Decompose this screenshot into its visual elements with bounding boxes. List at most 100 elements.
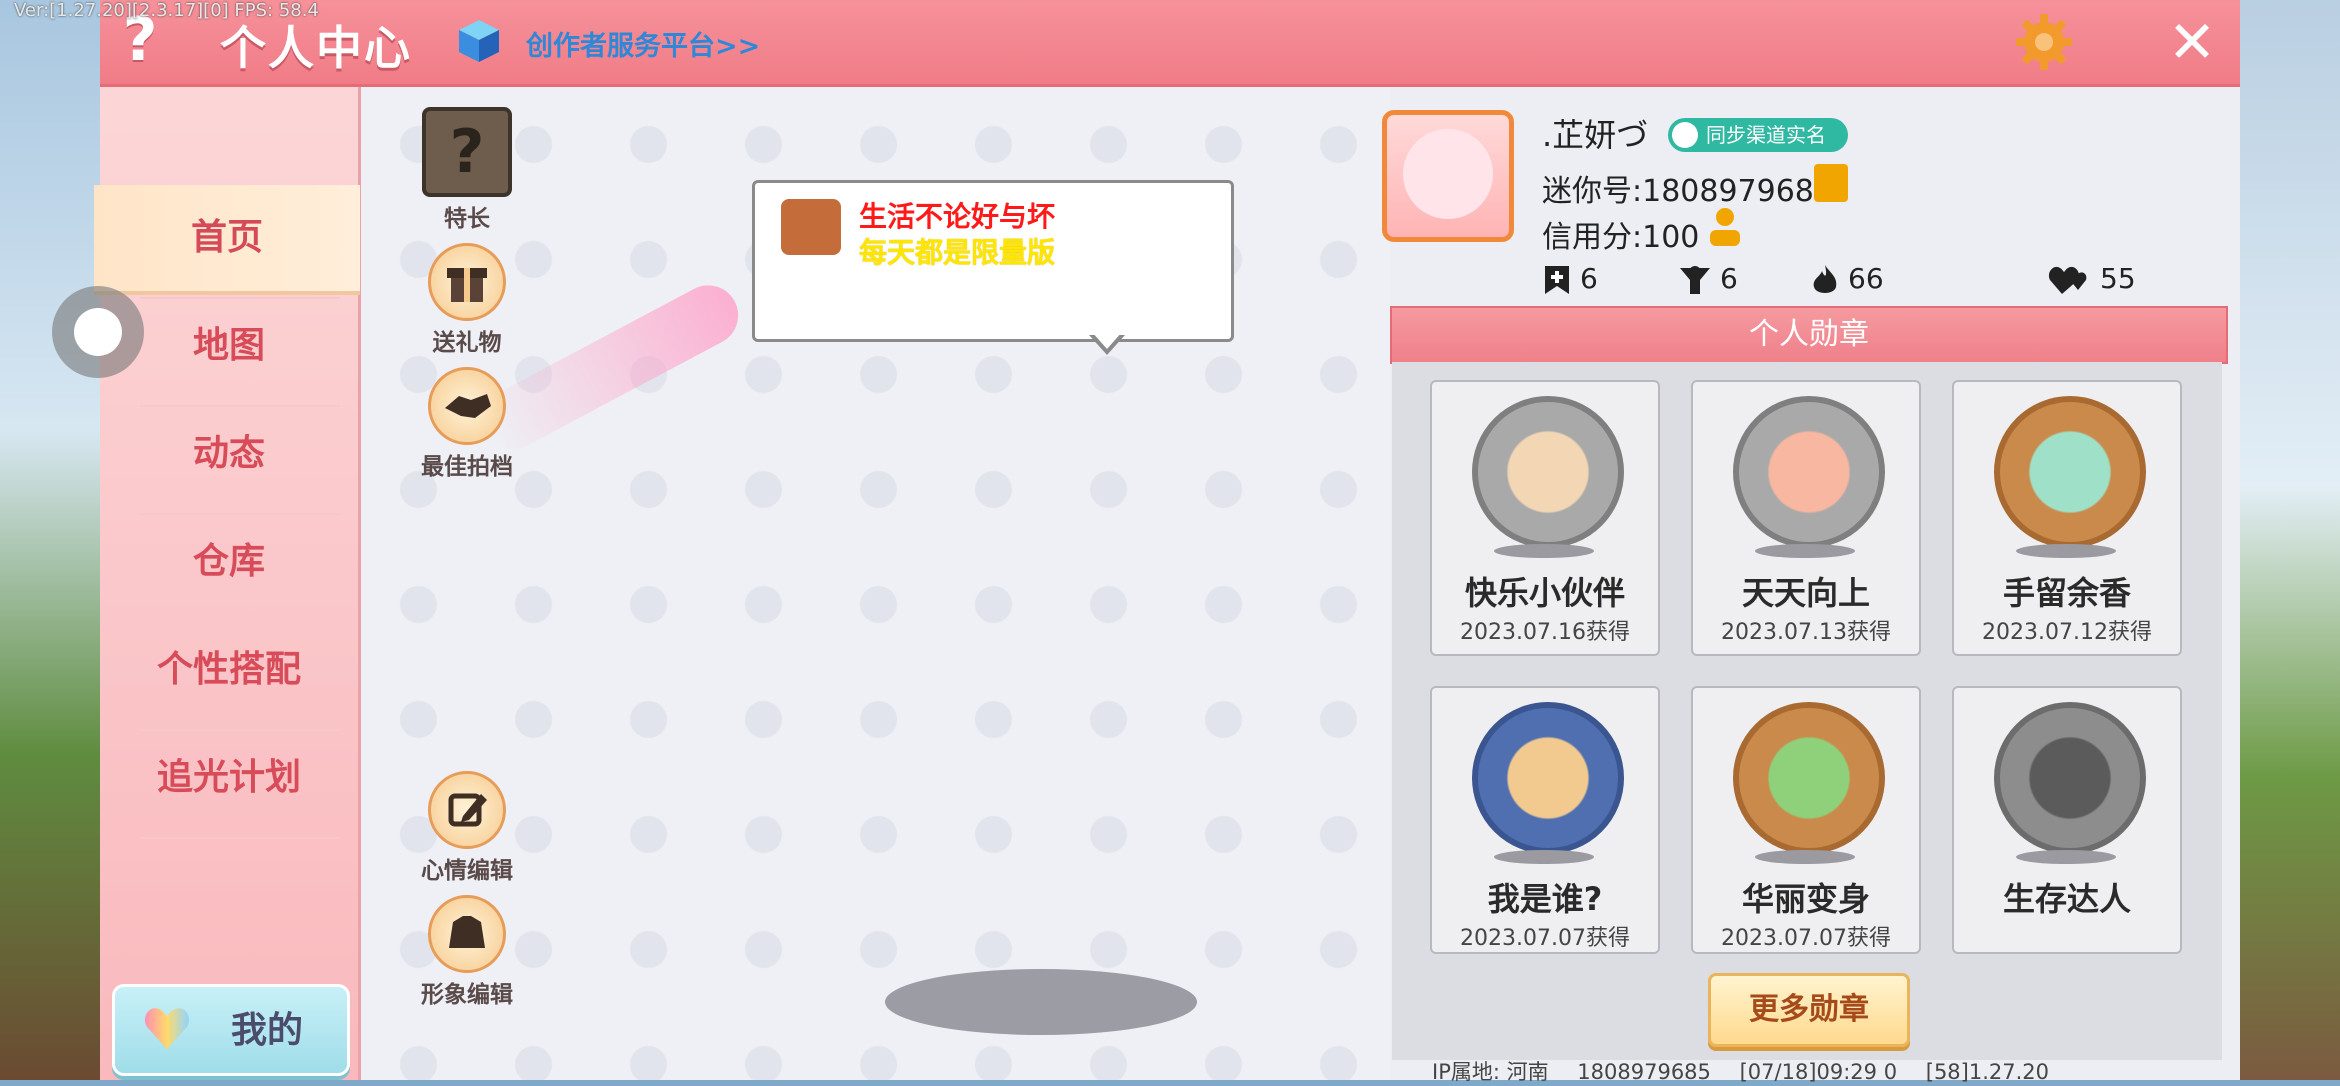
- medal-card[interactable]: 我是谁? 2023.07.07获得: [1430, 686, 1660, 954]
- medal-icon: [1733, 702, 1885, 854]
- question-box-icon: ?: [422, 107, 512, 197]
- medal-date: 2023.07.16获得: [1460, 620, 1630, 645]
- stat-fans[interactable]: 6: [1678, 262, 1738, 296]
- specialty-label: 特长: [444, 206, 490, 232]
- medal-stand: [2016, 850, 2116, 864]
- medal-stand: [1755, 850, 1855, 864]
- medal-date: 2023.07.13获得: [1721, 620, 1891, 645]
- medal-date: 2023.07.07获得: [1721, 926, 1891, 951]
- mood-text-line1: 生活不论好与坏: [859, 200, 1056, 233]
- medal-card[interactable]: 生存达人: [1952, 686, 2182, 954]
- ip-location: IP属地: 河南: [1432, 1060, 1549, 1084]
- medal-name: 我是谁?: [1487, 880, 1603, 918]
- medal-name: 天天向上: [1741, 574, 1870, 612]
- medal-card[interactable]: 快乐小伙伴 2023.07.16获得: [1430, 380, 1660, 656]
- mood-text-line2: 每天都是限量版: [859, 236, 1056, 269]
- outfit-icon: [428, 895, 506, 973]
- mood-speech-bubble: 生活不论好与坏 每天都是限量版: [752, 180, 1234, 355]
- sidebar-nav: 首页 地图 动态 仓库 个性搭配 追光计划 我的: [94, 87, 361, 1080]
- mood-edit-label: 心情编辑: [421, 858, 513, 884]
- divider: [140, 837, 340, 839]
- medal-stand: [1755, 544, 1855, 558]
- joystick-knob[interactable]: [74, 308, 122, 356]
- best-partner-label: 最佳拍档: [421, 454, 513, 480]
- realname-badge-label: 同步渠道实名: [1706, 123, 1826, 147]
- medal-icon: [1994, 702, 2146, 854]
- stat-likes[interactable]: 55: [2048, 262, 2136, 296]
- avatar-portrait: [1403, 129, 1493, 219]
- medal-name: 快乐小伙伴: [1464, 574, 1625, 612]
- footer-info: IP属地: 河南 1808979685 [07/18]09:29 0 [58]1…: [1432, 1056, 2071, 1086]
- specialty-button[interactable]: ? 特长: [412, 107, 522, 233]
- send-gift-button[interactable]: 送礼物: [412, 243, 522, 357]
- medals-header: 个人勋章: [1390, 306, 2228, 364]
- realname-sync-badge[interactable]: 同步渠道实名: [1668, 118, 1848, 152]
- gift-icon: [428, 243, 506, 321]
- avatar-stage: ? 特长 送礼物 最佳拍档 心情编辑 形象编辑 生活不论好与坏 每天都是限量版: [361, 87, 1390, 1080]
- more-medals-button[interactable]: 更多勋章: [1708, 973, 1910, 1047]
- personal-center-window: ? 个人中心 创作者服务平台>> ✕ 首页 地图 动态 仓库 个性搭配 追光计划…: [94, 0, 2240, 1084]
- copy-icon[interactable]: [1814, 164, 1848, 202]
- sidebar-item-outfit[interactable]: 个性搭配: [100, 617, 358, 723]
- mini-id: 迷你号:1808979685: [1542, 174, 1833, 209]
- page-title: 个人中心: [220, 21, 412, 75]
- medal-icon: [1472, 396, 1624, 548]
- game-background-left: [0, 0, 100, 1080]
- medal-card[interactable]: 手留余香 2023.07.12获得: [1952, 380, 2182, 656]
- medal-icon: [1733, 396, 1885, 548]
- mine-button[interactable]: 我的: [112, 984, 350, 1076]
- credit-score: 信用分:100: [1542, 220, 1700, 255]
- stat-likes-value: 55: [2100, 262, 2136, 295]
- credit-person-icon[interactable]: [1706, 206, 1744, 248]
- version-fps-readout: Ver:[1.27.20][2.3.17][0] FPS: 58.4: [14, 0, 319, 21]
- stat-works-value: 6: [1580, 262, 1598, 295]
- best-partner-button[interactable]: 最佳拍档: [412, 367, 522, 481]
- medal-name: 华丽变身: [1741, 880, 1870, 918]
- heart-icon: [144, 1008, 190, 1049]
- sidebar-item-feed[interactable]: 动态: [100, 401, 358, 507]
- sidebar-item-home[interactable]: 首页: [94, 185, 360, 291]
- mood-edit-button[interactable]: 心情编辑: [412, 771, 522, 885]
- footer-version: [58]1.27.20: [1925, 1060, 2050, 1084]
- medal-icon: [1994, 396, 2146, 548]
- look-edit-button[interactable]: 形象编辑: [412, 895, 522, 1009]
- close-icon[interactable]: ✕: [2164, 13, 2220, 71]
- person-cheer-icon: [1680, 266, 1710, 294]
- medal-stand: [1494, 544, 1594, 558]
- settings-gear-icon[interactable]: [2012, 10, 2076, 74]
- medal-name: 生存达人: [2002, 880, 2131, 918]
- handshake-icon: [428, 367, 506, 445]
- medal-date: 2023.07.07获得: [1460, 926, 1630, 951]
- game-background-right: [2240, 0, 2340, 1080]
- person-icon: [1672, 122, 1698, 148]
- mood-face-icon: [781, 199, 841, 255]
- hearts-icon: [2048, 266, 2087, 294]
- stat-popularity-value: 66: [1848, 262, 1884, 295]
- avatar[interactable]: [1382, 110, 1514, 242]
- stat-works[interactable]: 6: [1542, 262, 1598, 296]
- medal-date: 2023.07.12获得: [1982, 620, 2152, 645]
- footer-id: 1808979685: [1577, 1060, 1711, 1084]
- nickname: .芷妍づ: [1542, 116, 1649, 154]
- stat-fans-value: 6: [1720, 262, 1738, 295]
- sidebar-item-light-plan[interactable]: 追光计划: [100, 725, 358, 831]
- footer-time: [07/18]09:29 0: [1739, 1060, 1898, 1084]
- medal-card[interactable]: 华丽变身 2023.07.07获得: [1691, 686, 1921, 954]
- medal-name: 手留余香: [2002, 574, 2131, 612]
- medal-icon: [1472, 702, 1624, 854]
- virtual-joystick[interactable]: [52, 286, 144, 378]
- bookmark-plus-icon: [1545, 266, 1569, 294]
- speech-tail: [1089, 332, 1125, 355]
- medal-card[interactable]: 天天向上 2023.07.13获得: [1691, 380, 1921, 656]
- flame-icon: [1813, 265, 1837, 293]
- sidebar-item-warehouse[interactable]: 仓库: [100, 509, 358, 615]
- edit-icon: [428, 771, 506, 849]
- creator-platform-link[interactable]: 创作者服务平台>>: [526, 24, 760, 63]
- title-bar: ? 个人中心 创作者服务平台>> ✕: [100, 0, 2240, 87]
- stat-popularity[interactable]: 66: [1810, 262, 1884, 297]
- medal-stand: [1494, 850, 1594, 864]
- look-edit-label: 形象编辑: [421, 982, 513, 1008]
- mine-label: 我的: [231, 1010, 304, 1051]
- cube-icon: [459, 20, 499, 62]
- medal-stand: [2016, 544, 2116, 558]
